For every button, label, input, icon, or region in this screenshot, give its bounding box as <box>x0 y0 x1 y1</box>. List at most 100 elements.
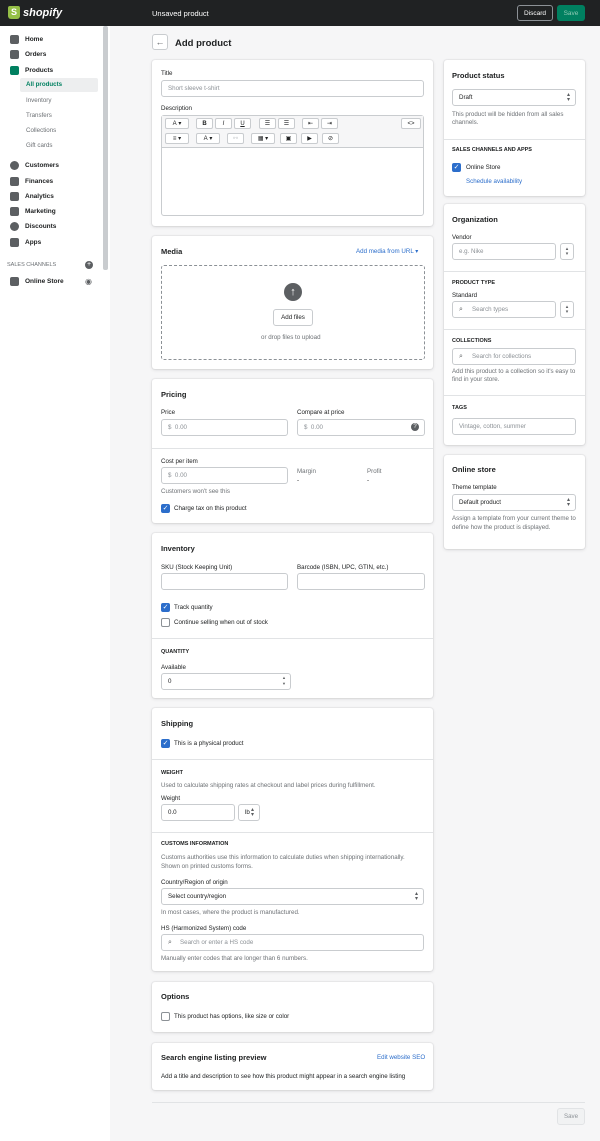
product-type-input[interactable]: ⌕ Search types <box>452 301 556 318</box>
org-divider-3 <box>444 395 585 396</box>
has-options-checkbox[interactable] <box>161 1012 170 1021</box>
country-value: Select country/region <box>168 893 227 900</box>
track-quantity-label: Track quantity <box>174 604 213 611</box>
sidebar-item-online-store[interactable]: Online Store <box>10 277 64 286</box>
shopify-logo[interactable]: shopify <box>8 6 62 19</box>
shipping-divider <box>152 759 433 760</box>
sidebar-item-marketing[interactable]: Marketing <box>10 207 56 216</box>
megaphone-icon <box>10 207 19 216</box>
sidebar-sub-inventory[interactable]: Inventory <box>26 97 51 104</box>
track-quantity-checkbox[interactable]: ✓ <box>161 603 170 612</box>
discard-button[interactable]: Discard <box>517 5 553 21</box>
title-input[interactable]: Short sleeve t-shirt <box>161 80 424 97</box>
sidebar-item-apps[interactable]: Apps <box>10 238 41 247</box>
clear-formatting-button[interactable]: ⊘ <box>322 133 339 144</box>
quantity-stepper[interactable]: ▲ ▼ <box>282 675 286 687</box>
bold-button[interactable]: B <box>196 118 213 129</box>
price-input[interactable]: $ 0.00 <box>161 419 288 436</box>
theme-template-select[interactable]: Default product ▴ ▾ <box>452 494 576 511</box>
sales-channels-apps-heading: SALES CHANNELS AND APPS <box>452 147 532 153</box>
sidebar-item-label: Discounts <box>25 223 57 230</box>
barcode-label: Barcode (ISBN, UPC, GTIN, etc.) <box>297 564 389 571</box>
sidebar-item-products[interactable]: Products <box>10 66 53 75</box>
bullet-list-button[interactable]: ☰ <box>259 118 276 129</box>
collections-heading: COLLECTIONS <box>452 338 492 344</box>
sidebar-item-finances[interactable]: Finances <box>10 177 53 186</box>
align-button[interactable]: ≡ ▾ <box>165 133 189 144</box>
indent-button[interactable]: ⇥ <box>321 118 338 129</box>
help-icon[interactable]: ? <box>411 423 419 431</box>
sku-input[interactable] <box>161 573 288 590</box>
collections-input[interactable]: ⌕ Search for collections <box>452 348 576 365</box>
currency-symbol: $ <box>168 472 172 479</box>
underline-button[interactable]: U <box>234 118 251 129</box>
product-type-standard: Standard <box>452 292 478 299</box>
cost-note: Customers won't see this <box>161 488 230 495</box>
add-files-button[interactable]: Add files <box>273 309 313 326</box>
insert-image-button[interactable]: ▣ <box>280 133 297 144</box>
back-button[interactable]: ← <box>152 34 168 50</box>
margin-label: Margin <box>297 468 316 475</box>
product-type-placeholder: Search types <box>472 306 509 313</box>
vendor-input[interactable]: e.g. Nike <box>452 243 556 260</box>
link-button[interactable]: ⚯ <box>227 133 244 144</box>
sidebar-scrollbar[interactable] <box>103 26 108 270</box>
vendor-dropdown-button[interactable]: ▴ ▾ <box>560 243 574 260</box>
schedule-availability-link[interactable]: Schedule availability <box>466 178 522 185</box>
continue-selling-checkbox[interactable] <box>161 618 170 627</box>
status-divider <box>444 139 585 140</box>
add-media-url-link[interactable]: Add media from URL ▾ <box>356 248 418 255</box>
sidebar-sub-collections[interactable]: Collections <box>26 127 56 134</box>
sidebar-item-analytics[interactable]: Analytics <box>10 192 54 201</box>
weight-input[interactable]: 0.0 <box>161 804 235 821</box>
link-icon: ⚯ <box>232 136 239 142</box>
show-html-button[interactable]: <> <box>401 118 421 129</box>
sidebar-sub-gift-cards[interactable]: Gift cards <box>26 142 52 149</box>
add-channel-icon[interactable]: + <box>85 261 93 269</box>
hs-code-input[interactable]: ⌕ Search or enter a HS code <box>161 934 424 951</box>
country-select[interactable]: Select country/region ▴ ▾ <box>161 888 424 905</box>
sidebar-item-home[interactable]: Home <box>10 35 43 44</box>
cost-input[interactable]: $ 0.00 <box>161 467 288 484</box>
seo-title: Search engine listing preview <box>161 1053 267 1062</box>
seo-note: Add a title and description to see how t… <box>161 1073 406 1080</box>
inventory-title: Inventory <box>161 544 195 553</box>
tag-icon <box>10 66 19 75</box>
online-store-channel-label: Online Store <box>466 164 501 171</box>
save-button-bottom[interactable]: Save <box>557 1108 585 1125</box>
available-quantity-input[interactable]: 0 <box>161 673 291 690</box>
status-select[interactable]: Draft ▴ ▾ <box>452 89 576 106</box>
weight-unit-select[interactable]: lb ▴ ▾ <box>238 804 260 821</box>
physical-product-checkbox[interactable]: ✓ <box>161 739 170 748</box>
table-button[interactable]: ▦ ▾ <box>251 133 275 144</box>
arrow-left-icon: ← <box>155 37 165 47</box>
sidebar-sub-all-products[interactable]: All products <box>26 81 62 88</box>
sidebar-item-label: Analytics <box>25 193 54 200</box>
save-button-top[interactable]: Save <box>557 5 585 21</box>
product-type-dropdown-button[interactable]: ▴ ▾ <box>560 301 574 318</box>
cost-placeholder: 0.00 <box>174 472 187 479</box>
eye-icon[interactable]: ◉ <box>85 277 92 286</box>
sku-label: SKU (Stock Keeping Unit) <box>161 564 233 571</box>
unsaved-title: Unsaved product <box>152 9 209 18</box>
list-icon: ☰ <box>264 121 271 127</box>
numbered-list-button[interactable]: ☰ <box>278 118 295 129</box>
charge-tax-checkbox[interactable]: ✓ <box>161 504 170 513</box>
text-color-button[interactable]: A ▾ <box>196 133 220 144</box>
sidebar-item-orders[interactable]: Orders <box>10 50 46 59</box>
pricing-title: Pricing <box>161 390 187 399</box>
sidebar-item-discounts[interactable]: Discounts <box>10 222 56 231</box>
sidebar-item-customers[interactable]: Customers <box>10 161 59 170</box>
sidebar-sub-transfers[interactable]: Transfers <box>26 112 52 119</box>
insert-video-button[interactable]: ▶ <box>301 133 318 144</box>
online-store-channel-checkbox[interactable]: ✓ <box>452 163 461 172</box>
hs-code-placeholder: Search or enter a HS code <box>180 939 254 946</box>
outdent-button[interactable]: ⇤ <box>302 118 319 129</box>
font-format-button[interactable]: A ▾ <box>165 118 189 129</box>
italic-button[interactable]: I <box>215 118 232 129</box>
edit-seo-link[interactable]: Edit website SEO <box>377 1054 425 1061</box>
price-label: Price <box>161 409 176 416</box>
barcode-input[interactable] <box>297 573 425 590</box>
tags-input[interactable]: Vintage, cotton, summer <box>452 418 576 435</box>
compare-price-input[interactable]: $ 0.00 <box>297 419 425 436</box>
